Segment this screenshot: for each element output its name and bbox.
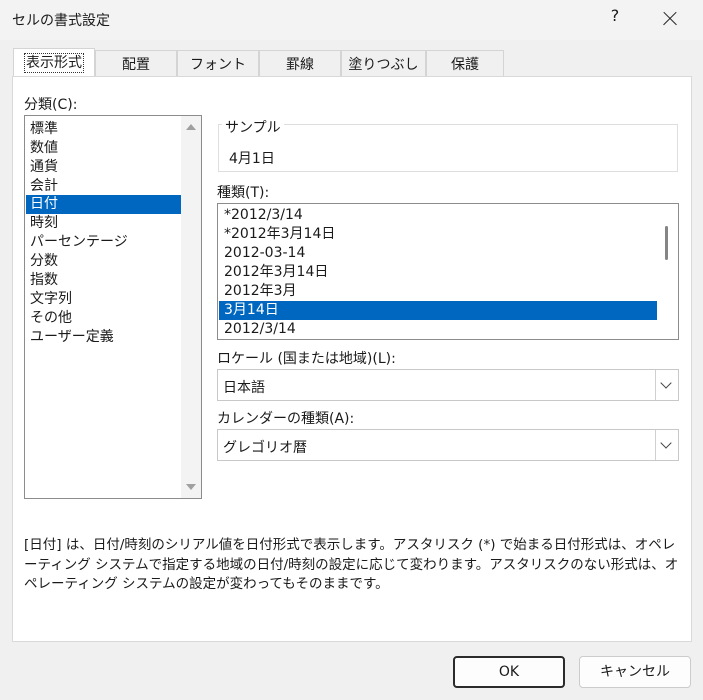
help-icon[interactable]: ? (605, 6, 625, 25)
locale-select[interactable]: 日本語 (217, 369, 679, 401)
scroll-up-icon[interactable] (186, 124, 196, 130)
sample-value: 4月1日 (229, 151, 275, 167)
type-item[interactable]: 2012年3月 (219, 282, 657, 301)
category-item-selected[interactable]: 日付 (26, 195, 181, 214)
calendar-label: カレンダーの種類(A): (217, 411, 355, 427)
tab-number-format[interactable]: 表示形式 (13, 48, 95, 76)
sample-label: サンプル (222, 117, 284, 137)
tab-border[interactable]: 罫線 (259, 50, 341, 76)
type-list[interactable]: *2012/3/14 *2012年3月14日 2012-03-14 2012年3… (217, 203, 679, 340)
type-item[interactable]: 2012-03-14 (219, 244, 657, 263)
tab-font[interactable]: フォント (177, 50, 259, 76)
category-item[interactable]: 指数 (26, 271, 181, 290)
calendar-select[interactable]: グレゴリオ暦 (217, 429, 679, 461)
category-item[interactable]: 通貨 (26, 158, 181, 177)
scroll-down-icon[interactable] (186, 484, 196, 490)
type-item[interactable]: *2012/3/14 (219, 206, 657, 225)
tab-protection[interactable]: 保護 (426, 50, 504, 76)
ok-button[interactable]: OK (453, 656, 565, 688)
category-item[interactable]: 会計 (26, 177, 181, 196)
category-list[interactable]: 標準 数値 通貨 会計 日付 時刻 パーセンテージ 分数 指数 文字列 その他 … (24, 115, 202, 499)
locale-value: 日本語 (223, 380, 265, 396)
category-label: 分類(C): (24, 97, 78, 113)
type-item[interactable]: 2012年3月14日 (219, 263, 657, 282)
type-item[interactable]: 2012/3/14 (219, 320, 657, 339)
category-item[interactable]: 文字列 (26, 290, 181, 309)
close-icon[interactable] (655, 4, 685, 34)
chevron-down-icon[interactable] (655, 370, 678, 400)
type-item-selected[interactable]: 3月14日 (219, 301, 657, 320)
tab-alignment[interactable]: 配置 (95, 50, 177, 76)
category-item[interactable]: 分数 (26, 252, 181, 271)
category-item[interactable]: 時刻 (26, 214, 181, 233)
category-item[interactable]: 数値 (26, 139, 181, 158)
category-item[interactable]: パーセンテージ (26, 233, 181, 252)
category-item[interactable]: 標準 (26, 120, 181, 139)
sample-group (218, 124, 678, 172)
type-item[interactable]: *2012年3月14日 (219, 225, 657, 244)
category-item[interactable]: その他 (26, 309, 181, 328)
category-scrollbar[interactable] (181, 116, 201, 498)
cancel-button[interactable]: キャンセル (579, 656, 691, 688)
type-scroll-thumb[interactable] (665, 226, 668, 260)
category-item[interactable]: ユーザー定義 (26, 328, 181, 347)
calendar-value: グレゴリオ暦 (223, 440, 307, 456)
dialog-title: セルの書式設定 (12, 13, 110, 29)
tab-fill[interactable]: 塗りつぶし (341, 50, 426, 76)
chevron-down-icon[interactable] (655, 430, 678, 460)
type-label: 種類(T): (217, 185, 270, 201)
format-description: [日付] は、日付/時刻のシリアル値を日付形式で表示します。アスタリスク (*)… (24, 537, 679, 592)
locale-label: ロケール (国または地域)(L): (217, 351, 396, 367)
